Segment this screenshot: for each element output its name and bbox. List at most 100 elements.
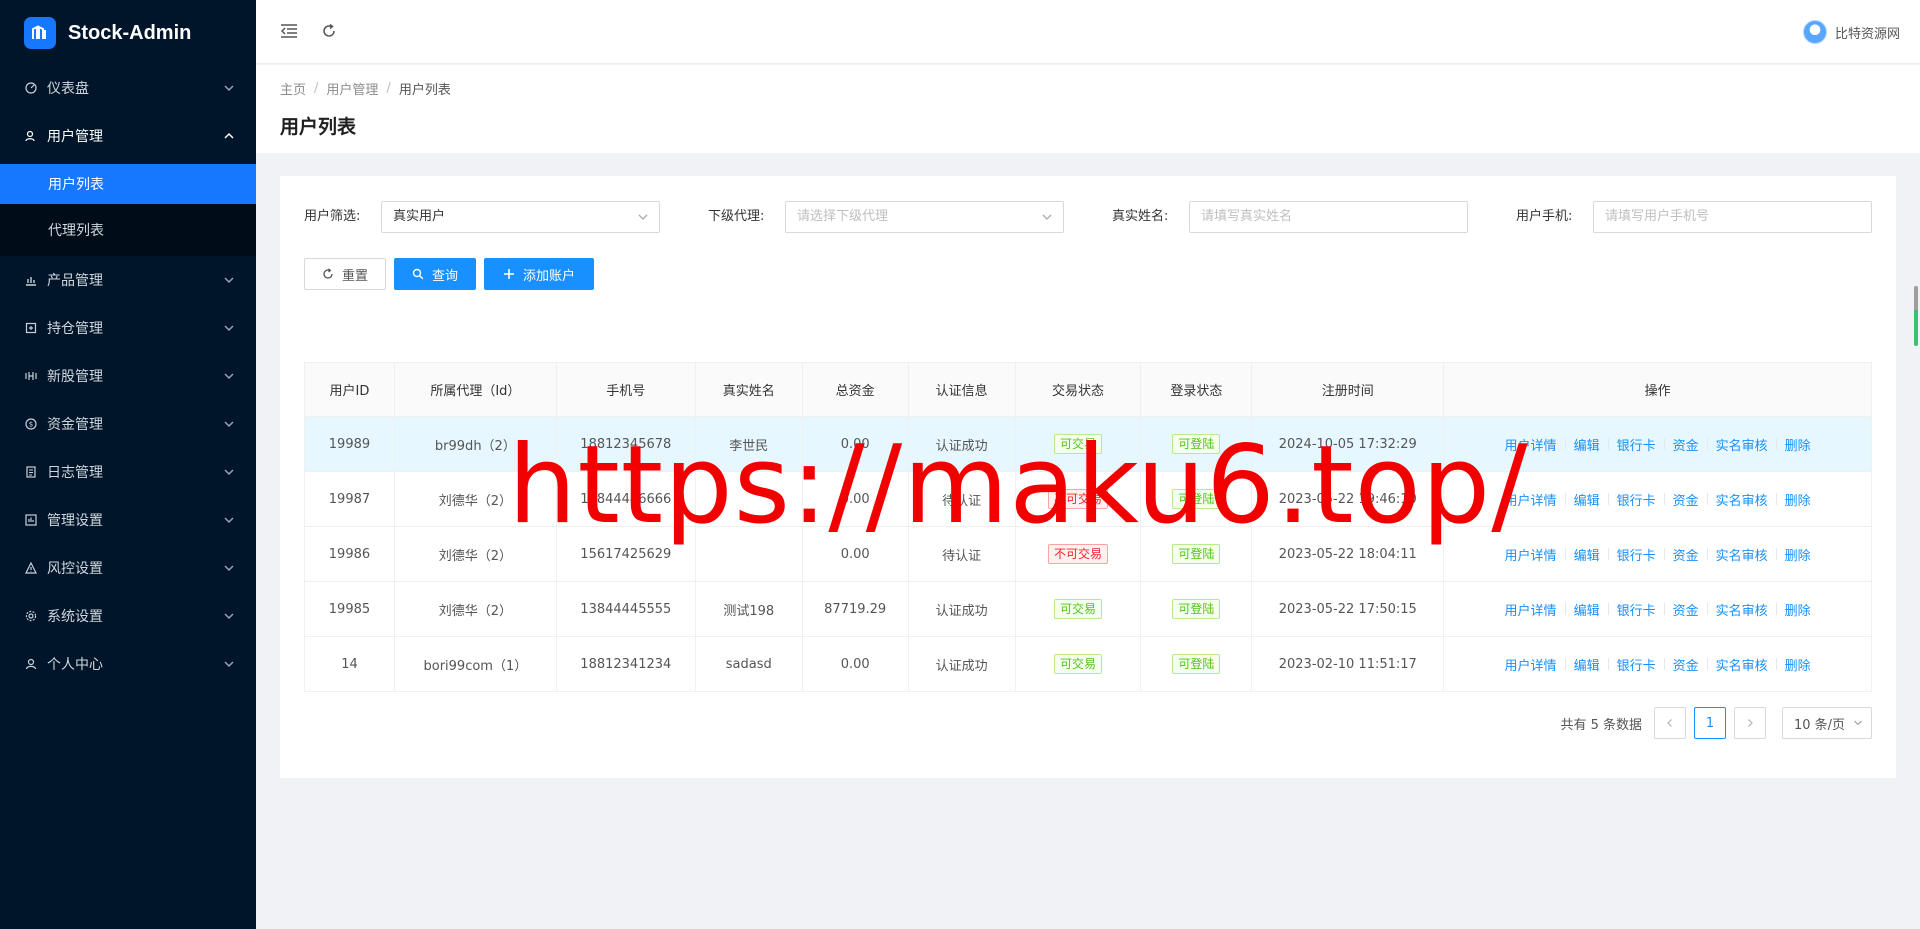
- realname-input[interactable]: 请填写真实姓名: [1189, 201, 1468, 233]
- page-scrollbar[interactable]: [1914, 0, 1920, 929]
- cell-user-id: 19985: [304, 581, 395, 637]
- page-header: 主页 / 用户管理 / 用户列表 用户列表: [256, 65, 1920, 153]
- realname-review-link[interactable]: 实名审核: [1716, 490, 1768, 509]
- sidebar-item-risk-control[interactable]: 风控设置: [0, 544, 256, 592]
- delete-link[interactable]: 删除: [1785, 545, 1811, 564]
- risk-warning-icon: [24, 561, 38, 575]
- reset-button[interactable]: 重置: [304, 258, 386, 290]
- bank-card-link[interactable]: 银行卡: [1617, 600, 1656, 619]
- col-header[interactable]: 交易状态: [1014, 362, 1142, 417]
- trade-status-badge: 可交易: [1053, 434, 1102, 454]
- edit-link[interactable]: 编辑: [1574, 655, 1600, 674]
- cell-phone: 18812341234: [555, 636, 696, 692]
- delete-link[interactable]: 删除: [1785, 655, 1811, 674]
- agent-select[interactable]: 请选择下级代理: [785, 201, 1064, 233]
- collapse-menu-button[interactable]: [278, 20, 300, 42]
- cell-actions: 用户详情 编辑 银行卡 资金 实名审核 删除: [1443, 581, 1872, 637]
- sidebar-item-admin-settings[interactable]: 管理设置: [0, 496, 256, 544]
- add-account-button[interactable]: 添加账户: [484, 258, 594, 290]
- sidebar-item-dashboard[interactable]: 仪表盘: [0, 64, 256, 112]
- sidebar-subitem-agent-list[interactable]: 代理列表: [0, 204, 256, 256]
- cell-user-id: 19986: [304, 526, 395, 582]
- action-divider: [1775, 438, 1777, 450]
- funds-link[interactable]: 资金: [1673, 655, 1699, 674]
- action-divider: [1564, 438, 1566, 450]
- realname-review-link[interactable]: 实名审核: [1716, 600, 1768, 619]
- bank-card-link[interactable]: 银行卡: [1617, 655, 1656, 674]
- col-header[interactable]: 手机号: [555, 362, 696, 417]
- realname-review-link[interactable]: 实名审核: [1716, 655, 1768, 674]
- sidebar-item-label: 风控设置: [47, 561, 103, 577]
- refresh-button[interactable]: [318, 20, 340, 42]
- edit-link[interactable]: 编辑: [1574, 435, 1600, 454]
- sidebar-item-funds[interactable]: $ 资金管理: [0, 400, 256, 448]
- cell-auth-status: 认证成功: [907, 581, 1016, 637]
- col-header[interactable]: 注册时间: [1251, 362, 1445, 417]
- sidebar-subitem-user-list[interactable]: 用户列表: [0, 164, 256, 204]
- action-divider: [1706, 548, 1708, 560]
- realname-review-link[interactable]: 实名审核: [1716, 435, 1768, 454]
- user-detail-link[interactable]: 用户详情: [1505, 545, 1557, 564]
- delete-link[interactable]: 删除: [1785, 600, 1811, 619]
- breadcrumb-home[interactable]: 主页: [280, 79, 306, 98]
- sidebar-item-positions[interactable]: 持仓管理: [0, 304, 256, 352]
- next-page-button[interactable]: [1734, 707, 1766, 739]
- action-divider: [1564, 603, 1566, 615]
- sidebar-item-user-management[interactable]: 用户管理: [0, 112, 256, 160]
- action-divider: [1663, 548, 1665, 560]
- user-detail-link[interactable]: 用户详情: [1505, 435, 1557, 454]
- page-size-select[interactable]: 10 条/页: [1782, 707, 1872, 739]
- breadcrumb-user-management[interactable]: 用户管理: [326, 79, 378, 98]
- edit-link[interactable]: 编辑: [1574, 600, 1600, 619]
- cell-auth-status: 待认证: [907, 471, 1016, 527]
- sidebar-item-personal-center[interactable]: 个人中心: [0, 640, 256, 688]
- funds-link[interactable]: 资金: [1673, 600, 1699, 619]
- bank-card-link[interactable]: 银行卡: [1617, 435, 1656, 454]
- user-detail-link[interactable]: 用户详情: [1505, 655, 1557, 674]
- bank-card-link[interactable]: 银行卡: [1617, 545, 1656, 564]
- cell-total-funds: 0.00: [801, 526, 909, 582]
- phone-input[interactable]: 请填写用户手机号: [1593, 201, 1872, 233]
- col-header[interactable]: 登录状态: [1140, 362, 1253, 417]
- login-status-badge: 可登陆: [1172, 599, 1221, 619]
- sidebar-item-logs[interactable]: 日志管理: [0, 448, 256, 496]
- scrollbar-thumb[interactable]: [1914, 286, 1918, 346]
- prev-page-button[interactable]: [1654, 707, 1686, 739]
- col-header[interactable]: 总资金: [801, 362, 909, 417]
- bank-card-link[interactable]: 银行卡: [1617, 490, 1656, 509]
- action-divider: [1706, 658, 1708, 670]
- chevron-down-icon: [1854, 720, 1862, 726]
- cell-total-funds: 0.00: [801, 636, 909, 692]
- sidebar-item-system-settings[interactable]: 系统设置: [0, 592, 256, 640]
- logo[interactable]: Stock-Admin: [0, 0, 256, 66]
- delete-link[interactable]: 删除: [1785, 435, 1811, 454]
- sidebar-item-ipo[interactable]: 新股管理: [0, 352, 256, 400]
- col-header[interactable]: 用户ID: [304, 362, 395, 417]
- edit-link[interactable]: 编辑: [1574, 490, 1600, 509]
- delete-link[interactable]: 删除: [1785, 490, 1811, 509]
- user-menu[interactable]: 比特资源网: [1802, 20, 1900, 44]
- login-status-badge: 可登陆: [1172, 544, 1221, 564]
- realname-review-link[interactable]: 实名审核: [1716, 545, 1768, 564]
- user-detail-link[interactable]: 用户详情: [1505, 490, 1557, 509]
- admin-settings-icon: [24, 513, 38, 527]
- cell-phone: 13844446666: [555, 471, 696, 527]
- dashboard-icon: [24, 81, 38, 95]
- page-1-button[interactable]: 1: [1694, 707, 1726, 739]
- cell-actions: 用户详情 编辑 银行卡 资金 实名审核 删除: [1443, 471, 1872, 527]
- sidebar-item-products[interactable]: 产品管理: [0, 256, 256, 304]
- action-divider: [1706, 438, 1708, 450]
- funds-link[interactable]: 资金: [1673, 435, 1699, 454]
- query-button[interactable]: 查询: [394, 258, 476, 290]
- funds-link[interactable]: 资金: [1673, 545, 1699, 564]
- svg-text:$: $: [29, 421, 33, 429]
- user-filter-select[interactable]: 真实用户: [381, 201, 660, 233]
- funds-link[interactable]: 资金: [1673, 490, 1699, 509]
- edit-link[interactable]: 编辑: [1574, 545, 1600, 564]
- chevron-down-icon: [1042, 214, 1052, 220]
- col-header[interactable]: 所属代理（Id）: [393, 362, 557, 417]
- col-header[interactable]: 认证信息: [907, 362, 1016, 417]
- breadcrumb-separator: /: [386, 81, 391, 96]
- user-detail-link[interactable]: 用户详情: [1505, 600, 1557, 619]
- col-header[interactable]: 真实姓名: [694, 362, 803, 417]
